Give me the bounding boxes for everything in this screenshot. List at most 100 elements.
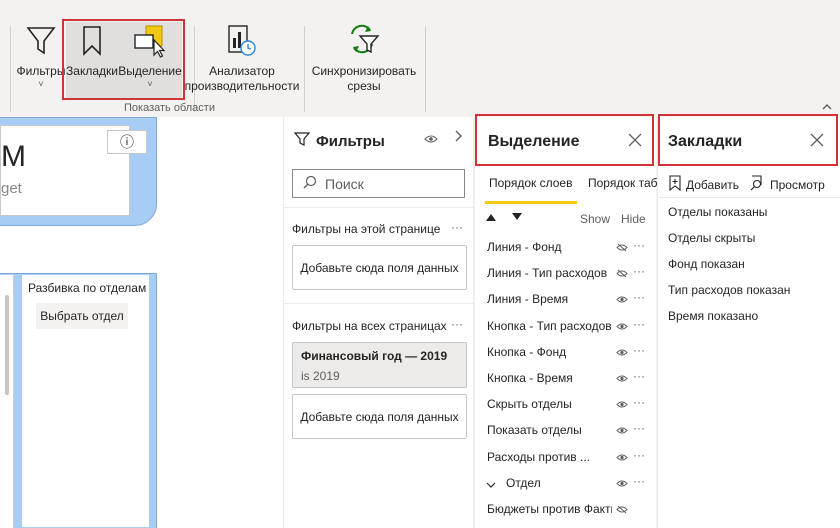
chevron-down-icon[interactable] xyxy=(486,478,496,492)
scrollbar-thumb[interactable] xyxy=(5,295,9,395)
layer-row[interactable]: Расходы против ... ··· xyxy=(475,444,657,470)
fiscal-year-filter-card[interactable]: Финансовый год — 2019 is 2019 xyxy=(292,342,467,388)
layer-row[interactable]: Линия - Фонд ··· xyxy=(475,234,657,260)
more-options-icon[interactable]: ··· xyxy=(633,290,645,304)
page-filters-drop-zone[interactable]: Добавьте сюда поля данных xyxy=(292,245,467,290)
bookmark-item[interactable]: Отделы скрыты xyxy=(668,231,755,245)
active-tab-indicator xyxy=(485,201,577,204)
add-bookmark-icon xyxy=(668,175,682,194)
layer-row[interactable]: Линия - Время ··· xyxy=(475,286,657,312)
eye-icon[interactable] xyxy=(616,346,628,360)
divider xyxy=(658,197,840,198)
more-options-icon[interactable]: ··· xyxy=(633,448,645,462)
layer-name: Кнопка - Фонд xyxy=(487,344,567,359)
more-options-icon[interactable]: ··· xyxy=(633,264,645,278)
layer-name: Расходы против ... xyxy=(487,449,591,464)
layer-controls: Show Hide xyxy=(485,212,650,228)
more-options-icon[interactable]: ··· xyxy=(633,421,645,435)
more-options-icon[interactable]: ··· xyxy=(633,369,645,383)
filters-pane-header: Фильтры xyxy=(293,131,385,151)
bookmark-item[interactable]: Тип расходов показан xyxy=(668,283,790,297)
layer-name: Бюджеты против Факти... xyxy=(487,502,612,516)
add-bookmark-button[interactable]: Добавить xyxy=(668,175,739,194)
layer-row[interactable]: Кнопка - Тип расходов ··· xyxy=(475,313,657,339)
layer-row[interactable]: Кнопка - Время ··· xyxy=(475,365,657,391)
layer-row[interactable]: Отдел ··· xyxy=(475,470,657,496)
ribbon-separator xyxy=(304,26,305,112)
layer-name: Скрыть отделы xyxy=(487,397,572,412)
move-down-icon[interactable] xyxy=(511,212,523,225)
performance-analyzer-button[interactable]: Анализатор производительности xyxy=(185,22,299,98)
selection-pane: Выделение Порядок слоев Порядок табуляци… xyxy=(474,117,657,528)
selection-header-highlight-frame xyxy=(475,114,654,166)
scrollbar[interactable] xyxy=(0,275,14,528)
chevron-down-icon: ˅ xyxy=(38,79,44,89)
more-options-icon[interactable]: ··· xyxy=(633,474,645,488)
eye-icon[interactable] xyxy=(616,451,628,465)
search-placeholder: Поиск xyxy=(325,175,364,192)
add-bookmark-label: Добавить xyxy=(686,177,740,192)
eye-hidden-icon[interactable] xyxy=(616,503,628,517)
divider xyxy=(284,207,474,208)
collapse-ribbon-icon[interactable] xyxy=(822,100,832,114)
more-options-icon[interactable]: ··· xyxy=(633,343,645,357)
filter-icon xyxy=(26,22,56,60)
layer-row[interactable]: Линия - Тип расходов ··· xyxy=(475,260,657,286)
all-pages-filters-heading: Фильтры на всех страницах xyxy=(292,319,447,333)
tab-tab-order[interactable]: Порядок табуляции xyxy=(588,174,657,192)
layer-row[interactable]: Скрыть отделы ··· xyxy=(475,391,657,417)
filter-card-title: Финансовый год — 2019 xyxy=(301,349,448,363)
bookmark-item[interactable]: Фонд показан xyxy=(668,257,745,271)
tab-layer-order[interactable]: Порядок слоев xyxy=(489,174,572,192)
filters-search-input[interactable]: Поиск xyxy=(292,169,465,198)
all-pages-filters-drop-zone[interactable]: Добавьте сюда поля данных xyxy=(292,394,467,439)
selection-tabs: Порядок слоев Порядок табуляции xyxy=(475,174,657,204)
move-up-icon[interactable] xyxy=(485,212,497,225)
eye-hidden-icon[interactable] xyxy=(616,241,628,255)
eye-icon[interactable] xyxy=(616,320,628,334)
eye-icon[interactable] xyxy=(616,424,628,438)
layer-name: Линия - Тип расходов xyxy=(487,266,608,281)
ribbon-separator xyxy=(10,26,11,112)
layer-row[interactable]: Кнопка - Фонд ··· xyxy=(475,339,657,365)
more-options-icon[interactable]: ··· xyxy=(633,395,645,409)
sync-slicers-icon xyxy=(346,22,382,60)
layer-row[interactable]: Показать отделы ··· xyxy=(475,417,657,443)
bookmarks-pane: Закладки Добавить Просмотр Отделы показа… xyxy=(657,117,840,528)
info-button[interactable]: ⓘ xyxy=(107,130,147,154)
eye-icon[interactable] xyxy=(616,293,628,307)
more-options-icon[interactable]: ··· xyxy=(633,317,645,331)
hide-all-button[interactable]: Hide xyxy=(621,212,646,226)
more-options-icon[interactable]: ··· xyxy=(451,220,463,234)
show-all-button[interactable]: Show xyxy=(580,212,610,226)
eye-icon[interactable] xyxy=(616,398,628,412)
eye-icon[interactable] xyxy=(424,133,438,147)
collapse-pane-icon[interactable] xyxy=(454,130,462,145)
layer-name: Линия - Фонд xyxy=(487,240,562,254)
more-options-icon[interactable]: ··· xyxy=(633,238,645,252)
bookmark-item[interactable]: Время показано xyxy=(668,309,758,323)
more-options-icon[interactable]: ··· xyxy=(451,317,463,331)
report-canvas: M get ⓘ Разбивка по отделам Выбрать отде… xyxy=(0,117,283,528)
divider xyxy=(284,303,474,304)
view-bookmarks-label: Просмотр xyxy=(770,177,825,192)
bookmarks-header-highlight-frame xyxy=(658,114,838,166)
sync-slicers-button[interactable]: Синхронизировать срезы xyxy=(310,22,418,98)
layer-name: Линия - Время xyxy=(487,292,569,307)
bookmark-actions: Добавить Просмотр xyxy=(668,175,838,193)
view-bookmarks-button[interactable]: Просмотр xyxy=(750,175,825,194)
ribbon-separator xyxy=(425,26,426,112)
layer-row[interactable]: Бюджеты против Факти... xyxy=(475,496,657,522)
eye-icon[interactable] xyxy=(616,372,628,386)
filters-pane-label: Фильтры xyxy=(16,64,66,78)
layer-name: Кнопка - Время xyxy=(487,371,573,385)
filters-pane-button[interactable]: Фильтры ˅ xyxy=(16,22,66,98)
eye-icon[interactable] xyxy=(616,477,628,491)
department-slicer[interactable]: Разбивка по отделам Выбрать отдел xyxy=(22,275,149,527)
select-department-button[interactable]: Выбрать отдел xyxy=(36,303,128,329)
bookmark-item[interactable]: Отделы показаны xyxy=(668,205,767,219)
view-bookmark-icon xyxy=(750,175,766,194)
sync-slicers-label-2: срезы xyxy=(347,79,381,93)
sync-slicers-label-1: Синхронизировать xyxy=(311,64,417,78)
eye-hidden-icon[interactable] xyxy=(616,267,628,281)
